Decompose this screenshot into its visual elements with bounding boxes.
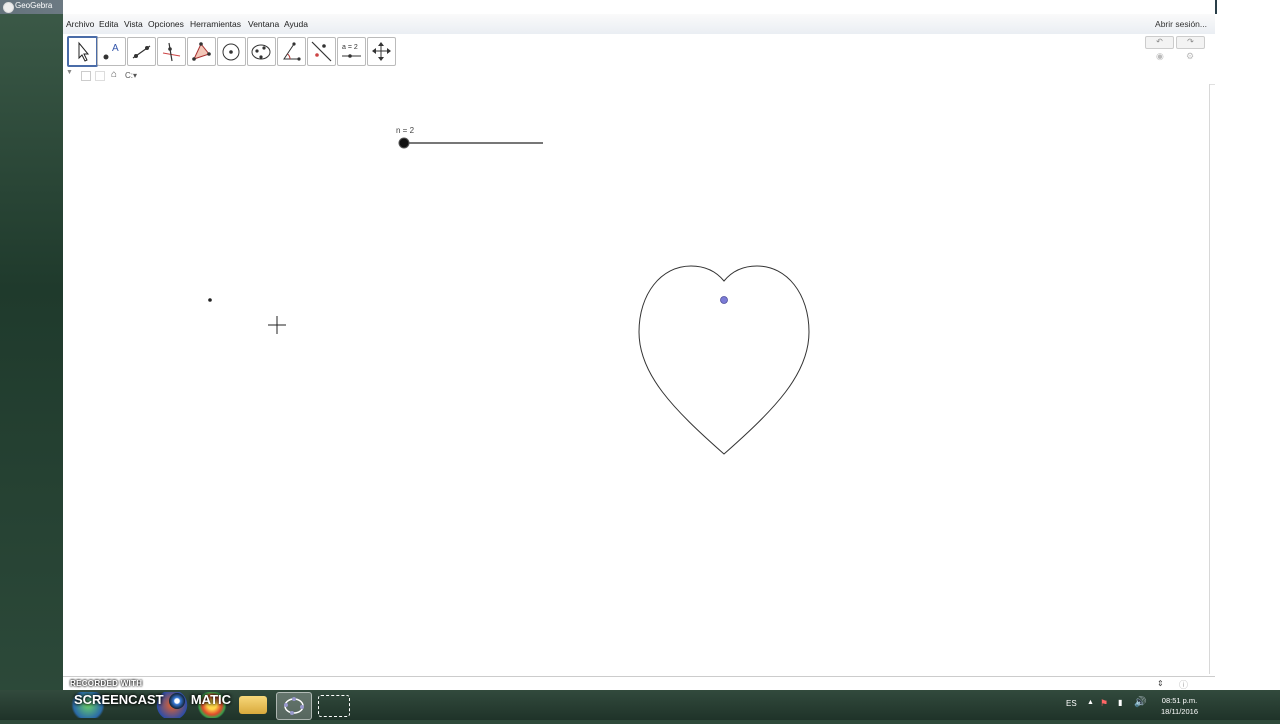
- conic-tool-button[interactable]: [247, 37, 276, 66]
- help-icon[interactable]: ◉: [1156, 51, 1164, 62]
- reflect-tool-button[interactable]: [307, 37, 336, 66]
- axes-toggle-icon[interactable]: [81, 71, 91, 81]
- menu-opciones[interactable]: Opciones: [148, 19, 184, 29]
- geogebra-taskbar-icon[interactable]: [276, 692, 312, 720]
- input-history-icon[interactable]: ⇕: [1157, 679, 1164, 688]
- home-icon[interactable]: ⌂: [111, 69, 117, 80]
- folder-taskbar-icon[interactable]: [239, 696, 267, 714]
- menu-ventana[interactable]: Ventana: [248, 19, 279, 29]
- clock-date: 18/11/2016: [1161, 707, 1198, 716]
- menu-vista[interactable]: Vista: [124, 19, 143, 29]
- language-indicator[interactable]: ES: [1066, 699, 1077, 708]
- redo-button[interactable]: ↷: [1176, 36, 1205, 49]
- system-clock[interactable]: 08:51 p.m. 18/11/2016: [1161, 695, 1198, 717]
- arrow-cursor-icon: [78, 41, 90, 62]
- window-title: GeoGebra: [15, 1, 53, 10]
- clock-time: 08:51 p.m.: [1161, 696, 1198, 705]
- angle-tool-button[interactable]: [277, 37, 306, 66]
- point-icon: A: [103, 43, 119, 60]
- heart-curve[interactable]: [638, 265, 810, 455]
- undo-button[interactable]: ↶: [1145, 36, 1174, 49]
- move-graphics-view-tool-button[interactable]: [367, 37, 396, 66]
- screencast-logo-icon: [169, 692, 186, 709]
- action-center-flag-icon[interactable]: ⚑: [1100, 698, 1108, 709]
- reflect-icon: [311, 41, 332, 62]
- free-point[interactable]: [208, 298, 212, 302]
- style-bar-toggle-icon[interactable]: ▼: [66, 69, 73, 76]
- tool-bar: A a = 2 ↶ ↷ ◉ ⚙: [63, 34, 1215, 69]
- volume-icon[interactable]: 🔊: [1134, 697, 1146, 708]
- perpendicular-line-icon: [162, 42, 181, 62]
- ellipse-icon: [251, 44, 271, 60]
- slider-icon: a = 2: [342, 44, 361, 58]
- menu-ayuda[interactable]: Ayuda: [284, 19, 308, 29]
- slider-tool-button[interactable]: a = 2: [337, 37, 366, 66]
- menu-edita[interactable]: Edita: [99, 19, 118, 29]
- angle-icon: [283, 42, 301, 61]
- slider-knob[interactable]: [398, 137, 410, 149]
- screencast-o-matic-watermark: SCREENCAST MATIC: [74, 692, 231, 709]
- geogebra-app-icon: [3, 2, 14, 13]
- grid-toggle-icon[interactable]: [95, 71, 105, 81]
- move-tool-button[interactable]: [67, 36, 98, 67]
- watermark-left-text: SCREENCAST: [74, 692, 164, 707]
- menu-archivo[interactable]: Archivo: [66, 19, 94, 29]
- geogebra-window: Archivo Edita Vista Opciones Herramienta…: [63, 0, 1215, 693]
- move-arrows-icon: [372, 42, 391, 61]
- polygon-icon: [192, 42, 211, 61]
- circle-icon: [222, 43, 240, 61]
- network-signal-icon[interactable]: ▮: [1118, 698, 1122, 707]
- desktop-background-right: [1215, 0, 1280, 690]
- settings-icon[interactable]: ⚙: [1186, 51, 1194, 62]
- menu-herramientas[interactable]: Herramientas: [190, 19, 241, 29]
- watermark-right-text: MATIC: [190, 692, 232, 707]
- menu-bar: Archivo Edita Vista Opciones Herramienta…: [63, 14, 1215, 35]
- svg-text:A: A: [112, 43, 119, 54]
- graphics-view[interactable]: n = 2: [63, 84, 1210, 674]
- line-tool-button[interactable]: [127, 37, 156, 66]
- polygon-tool-button[interactable]: [187, 37, 216, 66]
- perpendicular-line-tool-button[interactable]: [157, 37, 186, 66]
- point-capture-dropdown[interactable]: C:▾: [125, 71, 137, 80]
- circle-tool-button[interactable]: [217, 37, 246, 66]
- heart-center-point[interactable]: [720, 296, 728, 304]
- svg-text:a = 2: a = 2: [342, 44, 358, 51]
- desktop-background-left: [0, 0, 63, 720]
- point-tool-button[interactable]: A: [97, 37, 126, 66]
- show-hidden-icons-icon[interactable]: ▲: [1087, 699, 1094, 706]
- geogebra-ellipse-icon: [284, 697, 304, 715]
- sign-in-link[interactable]: Abrir sesión...: [1155, 19, 1207, 29]
- crosshair-cursor-icon: [268, 316, 286, 334]
- graphics-svg: [208, 137, 810, 455]
- recorded-with-label: RECORDED WITH: [70, 679, 143, 688]
- point-capture-label: C:: [125, 71, 133, 80]
- graphics-style-bar: ▼ ⌂ C:▾: [63, 68, 1215, 85]
- screen-capture-taskbar-icon[interactable]: [318, 695, 350, 717]
- line-icon: [132, 45, 151, 59]
